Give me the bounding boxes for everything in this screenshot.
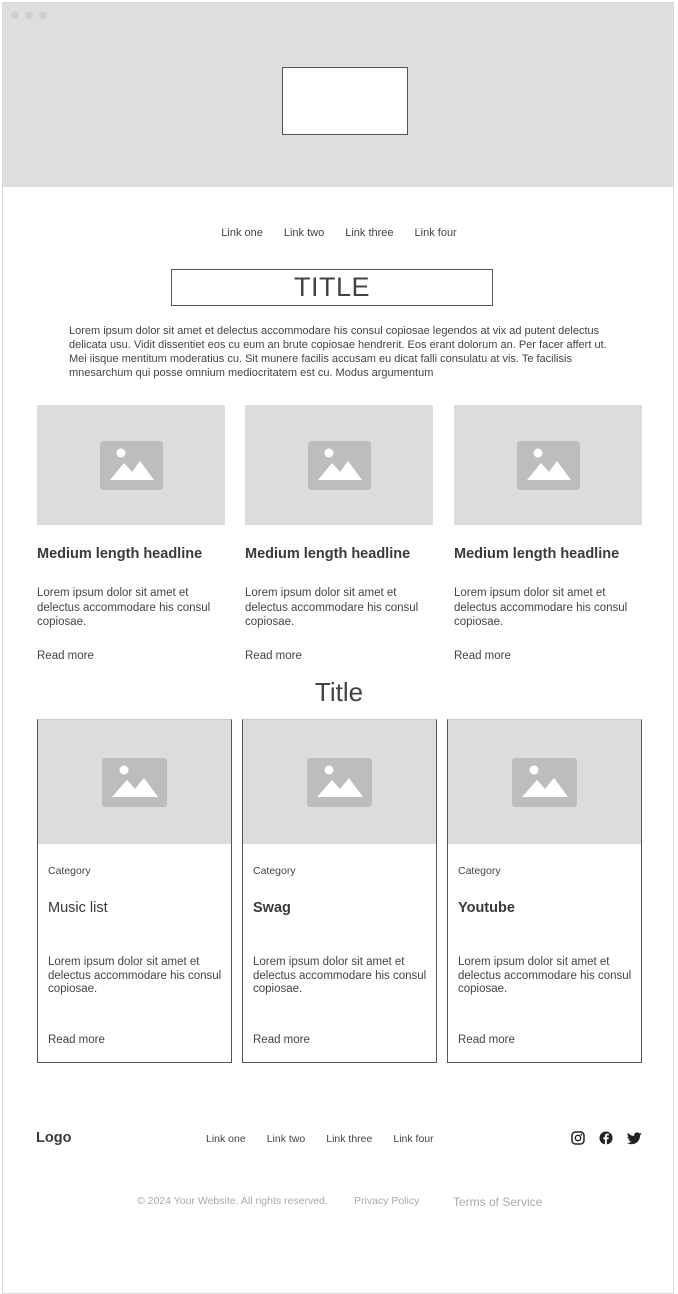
window-dot-maximize[interactable] [39,11,47,19]
blog-card-2[interactable]: Category Swag Lorem ipsum dolor sit amet… [242,719,437,1063]
blog-category-1: Category [48,865,91,877]
feature-headline-2: Medium length headline [245,546,411,562]
page-frame: Link one Link two Link three Link four T… [2,2,674,1294]
blog-read-more-2[interactable]: Read more [253,1034,310,1046]
feature-headline-3: Medium length headline [454,546,620,562]
blog-category-3: Category [458,865,501,877]
copyright-text: © 2024 Your Website. All rights reserved… [137,1195,328,1207]
blog-title-2: Swag [253,900,291,916]
nav-link-one[interactable]: Link one [221,227,263,239]
hero-banner [3,3,673,187]
image-placeholder-icon [512,757,577,807]
blog-title-1: Music list [48,900,108,916]
nav-link-three[interactable]: Link three [345,227,393,239]
nav-link-four[interactable]: Link four [415,227,457,239]
blog-body-2: Lorem ipsum dolor sit amet et delectus a… [253,956,427,995]
feature-body-3: Lorem ipsum dolor sit amet et delectus a… [454,587,628,628]
feature-card-1: Medium length headline Lorem ipsum dolor… [37,405,225,662]
hero-logo-placeholder [282,67,408,135]
image-placeholder-icon [516,440,580,490]
feature-image-3 [454,405,642,525]
footer-nav: Link one Link two Link three Link four [206,1133,434,1145]
blog-card-1[interactable]: Category Music list Lorem ipsum dolor si… [37,719,232,1063]
blog-card-3[interactable]: Category Youtube Lorem ipsum dolor sit a… [447,719,642,1063]
blog-read-more-1[interactable]: Read more [48,1034,105,1046]
feature-image-1 [37,405,225,525]
feature-body-1: Lorem ipsum dolor sit amet et delectus a… [37,587,211,628]
social-links [571,1131,642,1145]
blog-body-1: Lorem ipsum dolor sit amet et delectus a… [48,956,222,995]
footer-link-one[interactable]: Link one [206,1133,246,1145]
page-title-box: TITLE [171,269,493,306]
window-dot-close[interactable] [11,11,19,19]
feature-read-more-1[interactable]: Read more [37,650,94,662]
facebook-icon[interactable] [599,1131,613,1145]
privacy-policy-link[interactable]: Privacy Policy [354,1195,419,1207]
image-placeholder-icon [99,440,163,490]
instagram-icon[interactable] [571,1131,585,1145]
main-nav: Link one Link two Link three Link four [3,227,673,239]
feature-body-2: Lorem ipsum dolor sit amet et delectus a… [245,587,419,628]
footer-link-four[interactable]: Link four [393,1133,433,1145]
blog-category-2: Category [253,865,296,877]
blog-image-3 [448,720,641,844]
footer-link-three[interactable]: Link three [326,1133,372,1145]
feature-image-2 [245,405,433,525]
window-controls [11,11,47,19]
blog-read-more-3[interactable]: Read more [458,1034,515,1046]
feature-read-more-3[interactable]: Read more [454,650,511,662]
blog-image-1 [38,720,231,844]
intro-paragraph: Lorem ipsum dolor sit amet et delectus a… [69,325,607,379]
feature-headline-1: Medium length headline [37,546,203,562]
window-dot-minimize[interactable] [25,11,33,19]
feature-card-2: Medium length headline Lorem ipsum dolor… [245,405,433,662]
footer-link-two[interactable]: Link two [267,1133,306,1145]
feature-read-more-2[interactable]: Read more [245,650,302,662]
image-placeholder-icon [102,757,167,807]
blog-body-3: Lorem ipsum dolor sit amet et delectus a… [458,956,632,995]
blog-title-3: Youtube [458,900,515,916]
feature-card-3: Medium length headline Lorem ipsum dolor… [454,405,642,662]
twitter-icon[interactable] [627,1131,642,1145]
footer-logo[interactable]: Logo [36,1130,71,1146]
image-placeholder-icon [307,440,371,490]
blog-image-2 [243,720,436,844]
page-title: TITLE [293,272,370,302]
section-title: Title [314,677,364,707]
nav-link-two[interactable]: Link two [284,227,324,239]
terms-of-service-link[interactable]: Terms of Service [453,1195,542,1209]
image-placeholder-icon [307,757,372,807]
